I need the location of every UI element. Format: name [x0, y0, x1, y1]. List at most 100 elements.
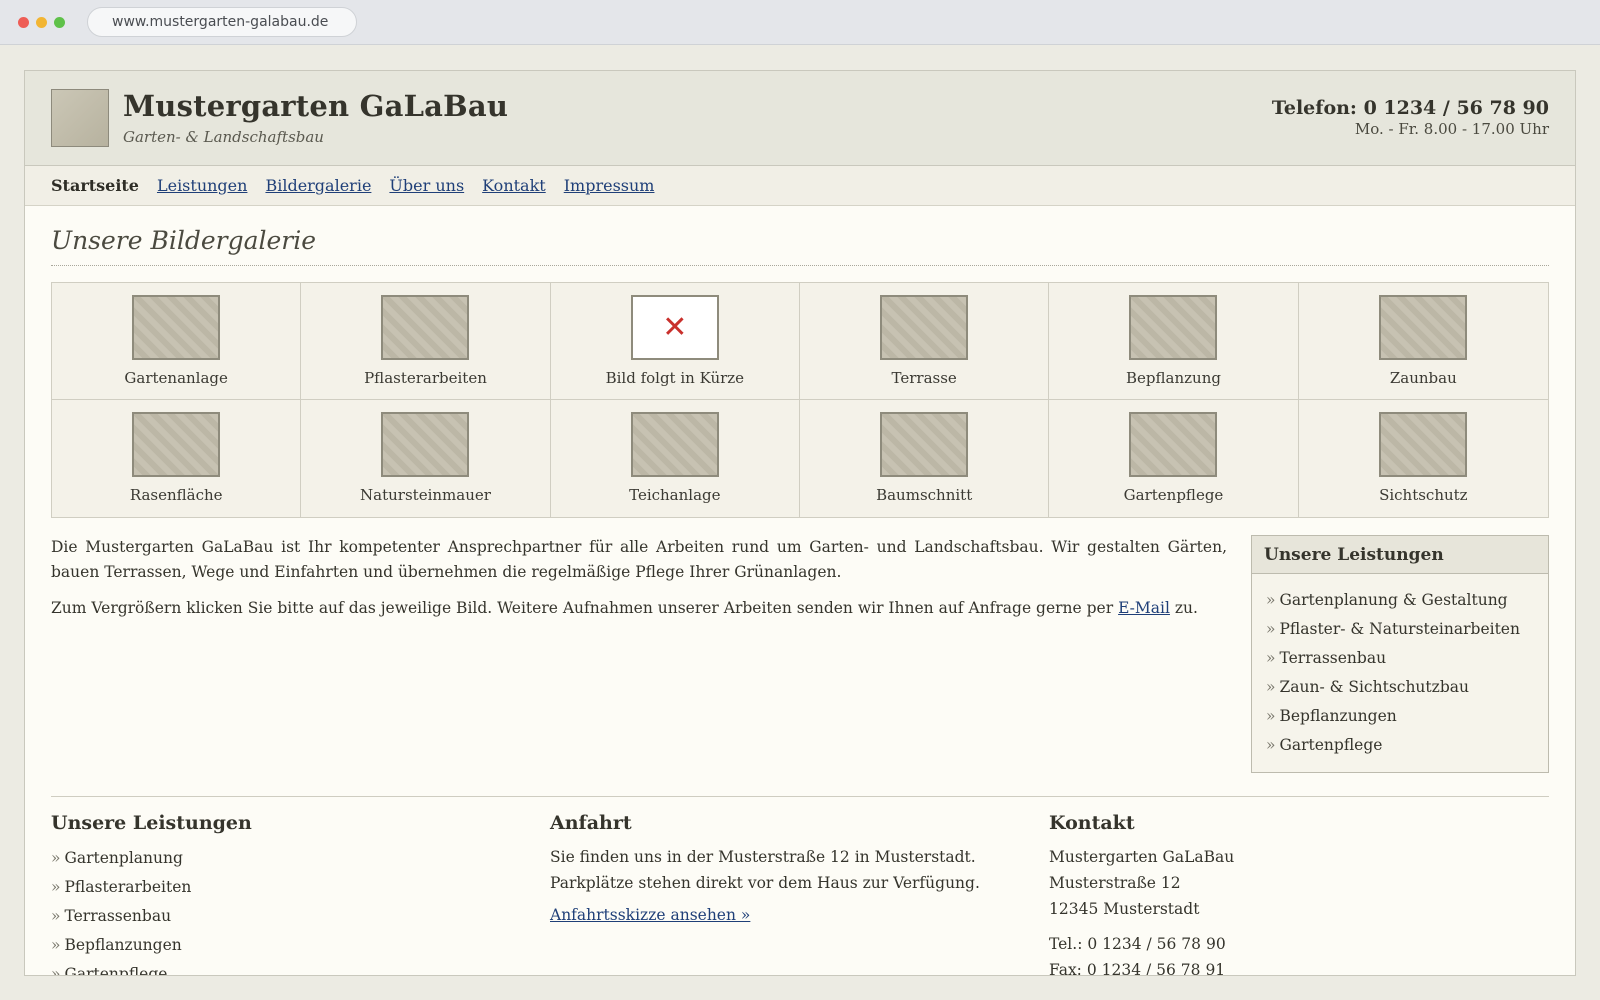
gallery-thumbnail[interactable]	[381, 412, 470, 477]
close-window-button[interactable]	[18, 17, 29, 28]
footer-contact-title: Kontakt	[1049, 812, 1135, 834]
gallery-item[interactable]: Bepflanzung	[1049, 283, 1299, 400]
gallery-thumbnail[interactable]	[880, 295, 969, 360]
intro-text: Die Mustergarten GaLaBau ist Ihr kompete…	[51, 535, 1227, 632]
email-link[interactable]: E-Mail	[1118, 599, 1170, 617]
gallery-thumbnail[interactable]	[132, 412, 221, 477]
site-title[interactable]: Mustergarten GaLaBau	[123, 89, 508, 123]
gallery-thumbnail[interactable]	[132, 295, 221, 360]
footer-divider	[51, 796, 1549, 797]
bullet-icon: »	[1266, 707, 1276, 725]
sidebar-item-label: Gartenplanung & Gestaltung	[1279, 591, 1508, 609]
sidebar-list: » Gartenplanung & Gestaltung » Pflaster- &…	[1252, 574, 1548, 772]
gallery-thumbnail[interactable]	[1129, 412, 1218, 477]
title-divider	[51, 265, 1549, 266]
bullet-icon: »	[1266, 678, 1276, 696]
gallery-item[interactable]: Sichtschutz	[1298, 400, 1548, 517]
sidebar-item-label: Pflaster- & Natursteinarbeiten	[1279, 620, 1520, 638]
nav-kontakt[interactable]: Kontakt	[482, 176, 546, 195]
maximize-window-button[interactable]	[54, 17, 65, 28]
header-phone: Telefon: 0 1234 / 56 78 90	[1271, 97, 1549, 119]
directions-text: Sie finden uns in der Musterstraße 12 in…	[550, 848, 980, 892]
gallery-thumbnail[interactable]	[1129, 295, 1218, 360]
sidebar-item[interactable]: » Zaun- & Sichtschutzbau	[1266, 673, 1534, 702]
footer-service-item[interactable]: » Pflasterarbeiten	[51, 873, 491, 902]
gallery-caption: Bild folgt in Kürze	[605, 369, 745, 387]
minimize-window-button[interactable]	[36, 17, 47, 28]
gallery-item[interactable]: Baumschnitt	[799, 400, 1050, 517]
page-title: Unsere Bildergalerie	[51, 226, 317, 255]
sidebar-item[interactable]: » Terrassenbau	[1266, 644, 1534, 673]
web-page: Mustergarten GaLaBau Garten- & Landschaf…	[24, 70, 1576, 976]
site-header: Mustergarten GaLaBau Garten- & Landschaf…	[25, 71, 1575, 166]
gallery-caption: Terrasse	[891, 369, 957, 387]
footer-service-item[interactable]: » Terrassenbau	[51, 902, 491, 931]
gallery-item[interactable]: Natursteinmauer	[301, 400, 551, 517]
nav-impressum[interactable]: Impressum	[564, 176, 655, 195]
gallery-item[interactable]: Gartenpflege	[1049, 400, 1299, 517]
gallery-thumbnail[interactable]	[1379, 295, 1468, 360]
gallery-caption: Gartenanlage	[124, 369, 228, 387]
gallery-item[interactable]: Terrasse	[799, 283, 1050, 400]
image-gallery: Gartenanlage Pflasterarbeiten ✕ Bild fol…	[51, 282, 1549, 518]
sidebar-item-label: Bepflanzungen	[1279, 707, 1397, 725]
gallery-thumbnail[interactable]	[381, 295, 470, 360]
bullet-icon: »	[1266, 591, 1276, 609]
sidebar-item[interactable]: » Gartenplanung & Gestaltung	[1266, 586, 1534, 615]
site-subtitle: Garten- & Landschaftsbau	[123, 128, 324, 146]
footer-service-item[interactable]: » Gartenpflege	[51, 960, 491, 976]
gallery-caption: Pflasterarbeiten	[364, 369, 487, 387]
footer-service-label: Pflasterarbeiten	[64, 878, 192, 896]
nav-leistungen[interactable]: Leistungen	[157, 176, 247, 195]
sidebar-item[interactable]: » Bepflanzungen	[1266, 702, 1534, 731]
gallery-thumbnail[interactable]	[880, 412, 969, 477]
services-sidebar: Unsere Leistungen » Gartenplanung & Gesta…	[1251, 535, 1549, 773]
gallery-thumbnail[interactable]	[1379, 412, 1468, 477]
bullet-icon: »	[1266, 736, 1276, 754]
gallery-caption: Sichtschutz	[1379, 486, 1468, 504]
directions-map-link[interactable]: Anfahrtsskizze ansehen »	[550, 906, 750, 924]
opening-hours: Mo. - Fr. 8.00 - 17.00 Uhr	[1354, 120, 1549, 138]
footer-service-label: Gartenpflege	[64, 965, 168, 976]
footer-service-item[interactable]: » Bepflanzungen	[51, 931, 491, 960]
gallery-item[interactable]: Zaunbau	[1298, 283, 1548, 400]
gallery-item[interactable]: Pflasterarbeiten	[301, 283, 551, 400]
site-logo[interactable]	[51, 89, 109, 147]
gallery-thumbnail[interactable]	[630, 412, 719, 477]
gallery-thumbnail-placeholder[interactable]: ✕	[630, 295, 719, 360]
sidebar-item-label: Zaun- & Sichtschutzbau	[1279, 678, 1469, 696]
contact-address-line: Musterstraße 12	[1049, 874, 1181, 892]
gallery-item[interactable]: Gartenanlage	[52, 283, 302, 400]
main-navigation: Startseite Leistungen Bildergalerie Über…	[25, 166, 1575, 206]
footer-service-label: Terrassenbau	[64, 907, 172, 925]
address-bar[interactable]: www.mustergarten-galabau.de	[87, 7, 357, 37]
nav-ueber-uns[interactable]: Über uns	[389, 176, 464, 195]
intro-text-before-link: Zum Vergrößern klicken Sie bitte auf das…	[51, 599, 1119, 617]
bullet-icon: »	[51, 965, 61, 976]
bullet-icon: »	[51, 849, 61, 867]
gallery-item[interactable]: ✕ Bild folgt in Kürze	[550, 283, 800, 400]
intro-paragraph: Die Mustergarten GaLaBau ist Ihr kompete…	[51, 538, 1227, 581]
bullet-icon: »	[1266, 649, 1276, 667]
contact-address-line: Mustergarten GaLaBau	[1049, 848, 1235, 866]
intro-text-after-link: zu.	[1169, 599, 1198, 617]
footer-service-item[interactable]: » Gartenplanung	[51, 844, 491, 873]
gallery-caption: Baumschnitt	[876, 486, 973, 504]
footer-services-list: » Gartenplanung » Pflasterarbeiten » Terras…	[51, 844, 491, 976]
missing-image-icon: ✕	[662, 310, 688, 345]
bullet-icon: »	[1266, 620, 1276, 638]
gallery-caption: Gartenpflege	[1123, 486, 1224, 504]
nav-bildergalerie[interactable]: Bildergalerie	[265, 176, 371, 195]
browser-toolbar: www.mustergarten-galabau.de	[0, 0, 1600, 45]
footer-contact: Kontakt Mustergarten GaLaBau Musterstraß…	[1049, 812, 1489, 975]
bullet-icon: »	[51, 907, 61, 925]
sidebar-item[interactable]: » Pflaster- & Natursteinarbeiten	[1266, 615, 1534, 644]
sidebar-title: Unsere Leistungen	[1252, 536, 1548, 574]
gallery-item[interactable]: Rasenfläche	[52, 400, 302, 517]
gallery-item[interactable]: Teichanlage	[550, 400, 800, 517]
sidebar-item[interactable]: » Gartenpflege	[1266, 731, 1534, 760]
footer-directions: Anfahrt Sie finden uns in der Musterstra…	[550, 812, 1010, 924]
sidebar-item-label: Terrassenbau	[1279, 649, 1387, 667]
nav-startseite[interactable]: Startseite	[51, 176, 139, 195]
footer-service-label: Gartenplanung	[64, 849, 183, 867]
